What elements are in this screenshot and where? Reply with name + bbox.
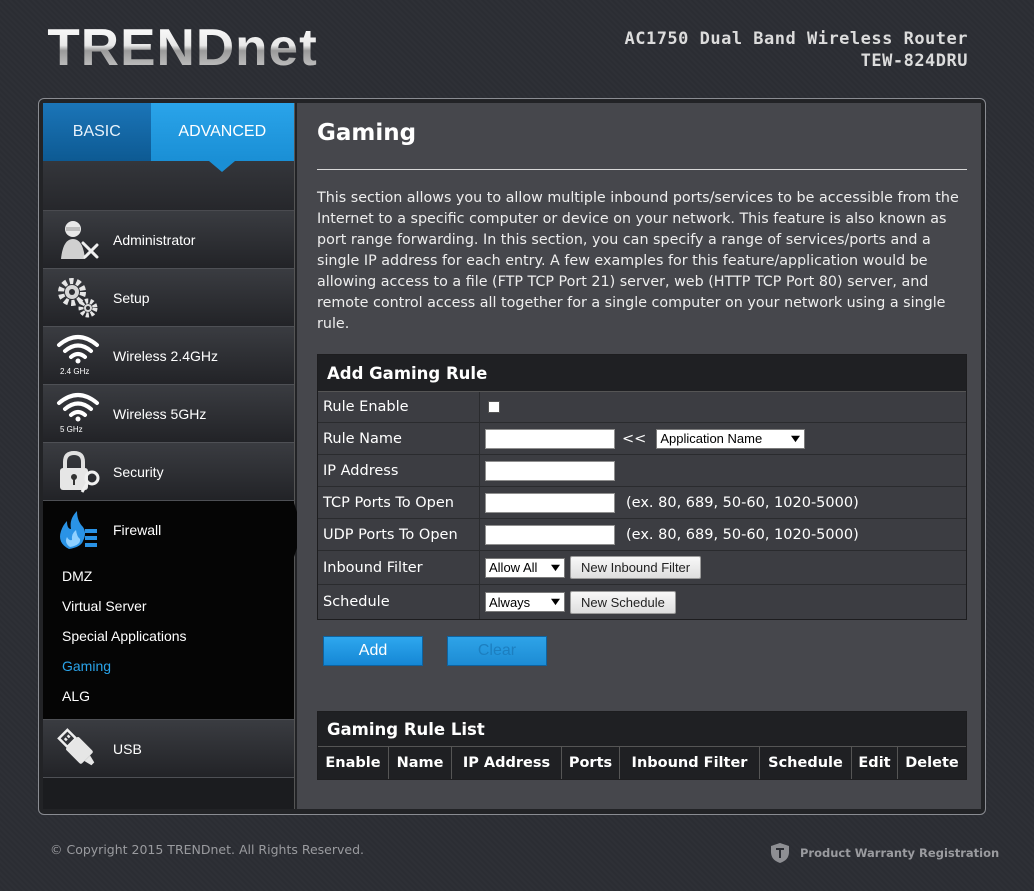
chevron-down-icon: ▼ bbox=[547, 561, 564, 574]
page-title: Gaming bbox=[317, 120, 417, 146]
tcp-ports-input[interactable] bbox=[485, 492, 615, 513]
page-description: This section allows you to allow multipl… bbox=[317, 190, 959, 332]
sidebar-item-security[interactable]: Security bbox=[43, 443, 294, 501]
sidebar-item-wireless-24ghz[interactable]: 2.4 GHz Wireless 2.4GHz bbox=[43, 327, 294, 385]
shield-icon bbox=[771, 843, 789, 863]
column-delete: Delete bbox=[905, 755, 959, 771]
rule-enable-checkbox[interactable] bbox=[488, 401, 500, 413]
sidebar-item-label: Firewall bbox=[113, 522, 162, 538]
sidebar: BASIC ADVANCED Administrator Setup 2.4 G… bbox=[43, 103, 303, 809]
sidebar-item-label: Administrator bbox=[113, 231, 196, 248]
sidebar-item-label: USB bbox=[113, 740, 142, 757]
schedule-select[interactable]: Always ▼ bbox=[485, 592, 565, 612]
product-name: AC1750 Dual Band Wireless Router bbox=[624, 29, 968, 49]
administrator-icon bbox=[43, 211, 113, 269]
udp-ports-hint: (ex. 80, 689, 50-60, 1020-5000) bbox=[626, 526, 859, 543]
rule-name-input[interactable] bbox=[485, 428, 615, 449]
product-model: AC1750 Dual Band Wireless Router TEW-824… bbox=[624, 28, 968, 72]
add-button[interactable]: Add bbox=[323, 636, 423, 666]
tab-basic[interactable]: BASIC bbox=[43, 103, 151, 161]
sidebar-spacer bbox=[43, 161, 294, 211]
udp-ports-label: UDP Ports To Open bbox=[318, 519, 480, 550]
submenu-gaming[interactable]: Gaming bbox=[43, 651, 294, 681]
band-badge-24: 2.4 GHz bbox=[60, 366, 90, 376]
column-ports: Ports bbox=[562, 747, 620, 779]
tcp-ports-hint: (ex. 80, 689, 50-60, 1020-5000) bbox=[626, 494, 859, 511]
tcp-ports-label: TCP Ports To Open bbox=[318, 487, 480, 518]
ip-address-input[interactable] bbox=[485, 460, 615, 481]
column-ip-address: IP Address bbox=[452, 747, 562, 779]
title-divider bbox=[317, 169, 967, 170]
trendnet-logo: TRENDnet bbox=[47, 19, 318, 77]
sidebar-item-label: Wireless 2.4GHz bbox=[113, 347, 219, 364]
column-edit: Edit bbox=[852, 747, 898, 779]
inbound-filter-select[interactable]: Allow All ▼ bbox=[485, 557, 565, 578]
gears-icon bbox=[43, 269, 113, 327]
tab-advanced[interactable]: ADVANCED bbox=[150, 103, 294, 172]
sidebar-item-usb[interactable]: USB bbox=[43, 720, 294, 778]
chevron-down-icon: ▼ bbox=[788, 432, 804, 445]
column-inbound-filter: Inbound Filter bbox=[620, 747, 760, 779]
usb-icon bbox=[43, 720, 113, 778]
sidebar-item-label: Setup bbox=[113, 289, 150, 306]
warranty-registration-link[interactable]: Product Warranty Registration bbox=[770, 842, 999, 864]
submenu-alg[interactable]: ALG bbox=[43, 681, 294, 711]
schedule-row: Schedule Always ▼ New Schedule bbox=[318, 585, 966, 619]
wifi-icon: 5 GHz bbox=[43, 385, 113, 443]
sidebar-item-label: Wireless 5GHz bbox=[113, 405, 207, 422]
rule-name-label: Rule Name bbox=[318, 423, 480, 454]
rule-enable-row: Rule Enable bbox=[318, 392, 966, 423]
application-name-selected: Application Name bbox=[660, 431, 763, 446]
copy-arrow-text: << bbox=[622, 430, 647, 447]
band-badge-5: 5 GHz bbox=[60, 424, 83, 434]
mode-tabs: BASIC ADVANCED bbox=[43, 103, 294, 172]
sidebar-item-wireless-5ghz[interactable]: 5 GHz Wireless 5GHz bbox=[43, 385, 294, 443]
add-rule-heading: Add Gaming Rule bbox=[318, 355, 966, 392]
application-name-select[interactable]: Application Name ▼ bbox=[656, 428, 806, 449]
copyright-text: © Copyright 2015 TRENDnet. All Rights Re… bbox=[50, 842, 364, 857]
schedule-selected: Always bbox=[489, 594, 531, 610]
column-name: Name bbox=[389, 747, 452, 779]
inbound-filter-label: Inbound Filter bbox=[318, 551, 480, 584]
firewall-icon bbox=[43, 501, 113, 559]
clear-button[interactable]: Clear bbox=[447, 636, 547, 666]
chevron-down-icon: ▼ bbox=[547, 596, 564, 608]
warranty-link-label: Product Warranty Registration bbox=[800, 846, 1000, 860]
sidebar-item-setup[interactable]: Setup bbox=[43, 269, 294, 327]
ip-address-label: IP Address bbox=[318, 455, 480, 486]
rule-name-row: Rule Name << Application Name ▼ bbox=[318, 423, 966, 455]
gaming-rule-list-panel: Gaming Rule List Enable Name IP Address … bbox=[317, 711, 967, 780]
rule-list-heading: Gaming Rule List bbox=[318, 712, 966, 747]
product-model-number: TEW-824DRU bbox=[860, 51, 968, 71]
sidebar-item-firewall[interactable]: Firewall bbox=[43, 501, 303, 559]
submenu-virtual-server[interactable]: Virtual Server bbox=[43, 591, 294, 621]
ip-address-row: IP Address bbox=[318, 455, 966, 487]
column-enable: Enable bbox=[318, 747, 389, 779]
sidebar-item-administrator[interactable]: Administrator bbox=[43, 211, 294, 269]
inbound-filter-selected: Allow All bbox=[489, 560, 538, 575]
sidebar-item-label: Security bbox=[113, 463, 164, 480]
wifi-icon: 2.4 GHz bbox=[43, 327, 113, 385]
submenu-dmz[interactable]: DMZ bbox=[43, 561, 294, 591]
rule-list-header-row: Enable Name IP Address Ports Inbound Fil… bbox=[318, 747, 966, 779]
main-content: Gaming This section allows you to allow … bbox=[297, 103, 981, 809]
tcp-ports-row: TCP Ports To Open (ex. 80, 689, 50-60, 1… bbox=[318, 487, 966, 519]
inbound-filter-row: Inbound Filter Allow All ▼ New Inbound F… bbox=[318, 551, 966, 585]
column-schedule: Schedule bbox=[760, 747, 852, 779]
firewall-submenu: DMZ Virtual Server Special Applications … bbox=[43, 559, 294, 720]
submenu-special-applications[interactable]: Special Applications bbox=[43, 621, 294, 651]
udp-ports-row: UDP Ports To Open (ex. 80, 689, 50-60, 1… bbox=[318, 519, 966, 551]
rule-enable-label: Rule Enable bbox=[318, 392, 480, 422]
add-gaming-rule-panel: Add Gaming Rule Rule Enable Rule Name <<… bbox=[317, 354, 967, 620]
lock-key-icon bbox=[43, 443, 113, 501]
schedule-label: Schedule bbox=[318, 585, 480, 619]
udp-ports-input[interactable] bbox=[485, 524, 615, 545]
new-schedule-button[interactable]: New Schedule bbox=[570, 590, 676, 614]
new-inbound-filter-button[interactable]: New Inbound Filter bbox=[570, 556, 702, 579]
